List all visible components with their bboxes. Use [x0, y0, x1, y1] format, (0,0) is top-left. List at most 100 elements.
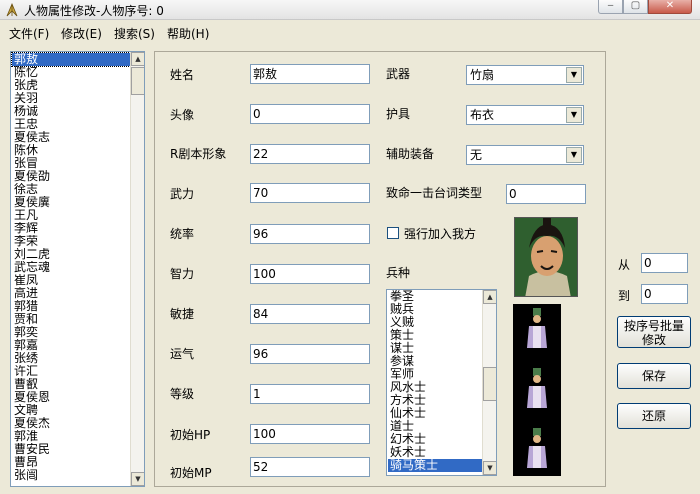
list-item[interactable]: 骑马策士 — [388, 459, 482, 472]
avatar-field[interactable]: 0 — [250, 104, 370, 124]
list-item[interactable]: 武忘魂 — [12, 261, 130, 274]
scroll-thumb[interactable] — [131, 67, 144, 95]
list-item[interactable]: 关羽 — [12, 92, 130, 105]
list-item[interactable]: 郭淮 — [12, 430, 130, 443]
from-label: 从 — [618, 258, 631, 272]
character-list-scrollbar[interactable]: ▲ ▼ — [130, 52, 144, 486]
agility-field[interactable]: 84 — [250, 304, 370, 324]
scroll-down-icon[interactable]: ▼ — [483, 461, 496, 475]
list-item[interactable]: 王凡 — [12, 209, 130, 222]
command-field[interactable]: 96 — [250, 224, 370, 244]
list-item[interactable]: 李荣 — [12, 235, 130, 248]
unit-type-label: 兵种 — [386, 266, 411, 280]
chevron-down-icon[interactable]: ▼ — [566, 107, 582, 123]
list-item[interactable]: 李辉 — [12, 222, 130, 235]
list-item[interactable]: 许汇 — [12, 365, 130, 378]
list-item[interactable]: 王忠 — [12, 118, 130, 131]
unit-sprite-back — [527, 428, 547, 468]
list-item[interactable]: 崔凤 — [12, 274, 130, 287]
scroll-thumb[interactable] — [483, 367, 496, 401]
list-item[interactable]: 郭奕 — [12, 326, 130, 339]
list-item[interactable]: 陈忆 — [12, 66, 130, 79]
list-item[interactable]: 郭猎 — [12, 300, 130, 313]
window-title: 人物属性修改-人物序号: 0 — [24, 4, 164, 18]
luck-label: 运气 — [170, 347, 195, 361]
from-field[interactable]: 0 — [641, 253, 688, 273]
unit-list-scrollbar[interactable]: ▲ ▼ — [482, 290, 496, 475]
armor-select[interactable]: 布衣 ▼ — [466, 105, 584, 125]
list-item[interactable]: 张虎 — [12, 79, 130, 92]
weapon-select[interactable]: 竹扇 ▼ — [466, 65, 584, 85]
unit-type-items: 拳圣 贼兵 义贼 策士 谋士 参谋 军师 风水士 方术士 仙术士 道士 幻术士 妖术士 骑马策士 — [388, 290, 482, 472]
list-item[interactable]: 刘二虎 — [12, 248, 130, 261]
force-join-label: 强行加入我方 — [404, 227, 477, 241]
maximize-icon[interactable]: ▢ — [623, 0, 648, 14]
list-item[interactable]: 贾和 — [12, 313, 130, 326]
scroll-up-icon[interactable]: ▲ — [483, 290, 496, 304]
menu-bar: 文件(F) 修改(E) 搜索(S) 帮助(H) — [0, 22, 700, 42]
accessory-select[interactable]: 无 ▼ — [466, 145, 584, 165]
list-item[interactable]: 郭嘉 — [12, 339, 130, 352]
list-item[interactable]: 张闿 — [12, 469, 130, 482]
menu-search[interactable]: 搜索(S) — [114, 25, 155, 42]
armor-label: 护具 — [386, 107, 411, 121]
list-item[interactable]: 夏侯恩 — [12, 391, 130, 404]
list-item[interactable]: 陈休 — [12, 144, 130, 157]
accessory-value: 无 — [470, 148, 483, 162]
initial-mp-label: 初始MP — [170, 466, 212, 480]
force-join-checkbox[interactable] — [387, 227, 399, 239]
force-label: 武力 — [170, 187, 195, 201]
finisher-label: 致命一击台词类型 — [386, 186, 483, 200]
initial-hp-field[interactable]: 100 — [250, 424, 370, 444]
list-item[interactable]: 杨诚 — [12, 105, 130, 118]
list-item[interactable]: 夏侯廙 — [12, 196, 130, 209]
chevron-down-icon[interactable]: ▼ — [566, 67, 582, 83]
list-item[interactable]: 曹叡 — [12, 378, 130, 391]
avatar-label: 头像 — [170, 108, 195, 122]
intellect-field[interactable]: 100 — [250, 264, 370, 284]
list-item[interactable]: 文聘 — [12, 404, 130, 417]
armor-value: 布衣 — [470, 108, 495, 122]
to-field[interactable]: 0 — [641, 284, 688, 304]
force-field[interactable]: 70 — [250, 183, 370, 203]
unit-sprite-column — [513, 304, 561, 476]
finisher-field[interactable]: 0 — [506, 184, 586, 204]
list-item[interactable]: 夏侯劭 — [12, 170, 130, 183]
weapon-label: 武器 — [386, 67, 411, 81]
list-item[interactable]: 曹昂 — [12, 456, 130, 469]
list-item[interactable]: 张绣 — [12, 352, 130, 365]
list-item[interactable]: 郭敖 — [11, 52, 131, 67]
list-item[interactable]: 张冒 — [12, 157, 130, 170]
luck-field[interactable]: 96 — [250, 344, 370, 364]
minimize-icon[interactable]: ‒ — [598, 0, 623, 14]
close-icon[interactable]: ✕ — [648, 0, 692, 14]
r-script-image-field[interactable]: 22 — [250, 144, 370, 164]
accessory-label: 辅助装备 — [386, 147, 435, 161]
scroll-up-icon[interactable]: ▲ — [131, 52, 144, 66]
level-field[interactable]: 1 — [250, 384, 370, 404]
batch-modify-button[interactable]: 按序号批量 修改 — [617, 316, 691, 348]
level-label: 等级 — [170, 387, 195, 401]
agility-label: 敏捷 — [170, 307, 195, 321]
list-item[interactable]: 夏侯志 — [12, 131, 130, 144]
list-item[interactable]: 高进 — [12, 287, 130, 300]
initial-hp-label: 初始HP — [170, 428, 211, 442]
character-portrait — [514, 217, 578, 297]
unit-type-list[interactable]: 拳圣 贼兵 义贼 策士 谋士 参谋 军师 风水士 方术士 仙术士 道士 幻术士 妖术士 骑马策士 ▲ ▼ — [386, 289, 497, 476]
list-item[interactable]: 曹安民 — [12, 443, 130, 456]
initial-mp-field[interactable]: 52 — [250, 457, 370, 477]
r-script-image-label: R剧本形象 — [170, 147, 227, 161]
character-list-items: 郭敖 陈忆 张虎 关羽 杨诚 王忠 夏侯志 陈休 张冒 夏侯劭 徐志 夏侯廙 王凡 李辉 李荣 刘二虎 武忘魂崔… — [11, 52, 131, 482]
character-list[interactable]: 郭敖 陈忆 张虎 关羽 杨诚 王忠 夏侯志 陈休 张冒 夏侯劭 徐志 夏侯廙 王凡 李辉 李荣 刘二虎 武忘魂崔… — [10, 51, 145, 487]
batch-modify-line1: 按序号批量 — [623, 319, 684, 333]
menu-help[interactable]: 帮助(H) — [167, 25, 209, 42]
save-button[interactable]: 保存 — [617, 363, 691, 389]
menu-file[interactable]: 文件(F) — [9, 25, 49, 42]
name-field[interactable]: 郭敖 — [250, 64, 370, 84]
scroll-down-icon[interactable]: ▼ — [131, 472, 144, 486]
menu-edit[interactable]: 修改(E) — [61, 25, 102, 42]
restore-button[interactable]: 还原 — [617, 403, 691, 429]
chevron-down-icon[interactable]: ▼ — [566, 147, 582, 163]
list-item[interactable]: 夏侯杰 — [12, 417, 130, 430]
list-item[interactable]: 徐志 — [12, 183, 130, 196]
